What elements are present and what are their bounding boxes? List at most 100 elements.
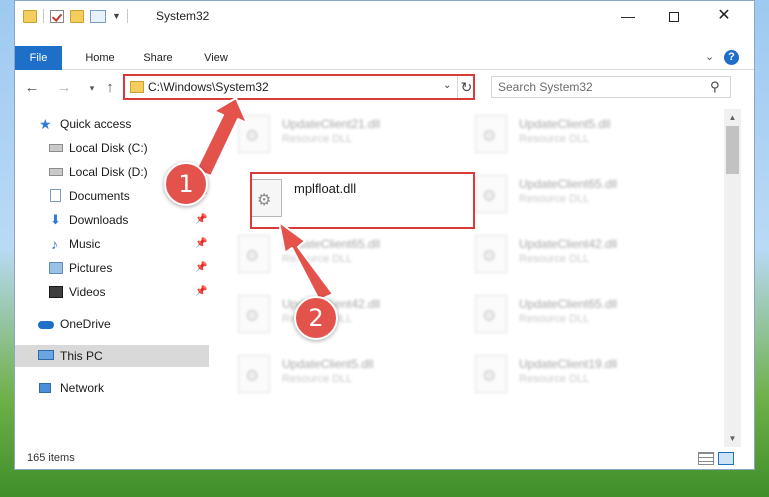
address-bar[interactable]: C:\Windows\System32 ⌄ ↻ (123, 74, 475, 100)
sidebar-item-label: This PC (60, 349, 103, 363)
file-list: UpdateClient21.dll Resource DLL UpdateCl… (230, 109, 724, 439)
sidebar-item-pictures[interactable]: Pictures 📌 (15, 257, 209, 279)
refresh-icon[interactable]: ↻ (457, 76, 475, 98)
folder-icon (130, 81, 144, 93)
pin-icon[interactable]: 📌 (195, 281, 207, 303)
sidebar-item-label: Pictures (69, 261, 113, 275)
toolbar-divider (126, 9, 128, 23)
pin-icon[interactable]: 📌 (195, 209, 207, 231)
file-item[interactable]: UpdateClient21.dll Resource DLL (230, 111, 440, 157)
tab-file[interactable]: File (15, 46, 62, 70)
sidebar-item-videos[interactable]: Videos 📌 (15, 281, 209, 303)
tab-home[interactable]: Home (77, 46, 123, 70)
file-name: UpdateClient65.dll (282, 237, 381, 251)
scroll-up-icon[interactable]: ▲ (724, 109, 741, 126)
music-icon: ♪ (51, 236, 58, 252)
help-icon[interactable]: ? (724, 50, 739, 65)
file-item[interactable]: UpdateClient19.dll Resource DLL (467, 351, 677, 397)
tab-view[interactable]: View (193, 46, 239, 70)
sidebar-item-label: Music (69, 237, 101, 251)
address-path[interactable]: C:\Windows\System32 (148, 80, 269, 94)
sidebar-item-label: Documents (69, 189, 130, 203)
sidebar-item-label: Downloads (69, 213, 129, 227)
maximize-icon (669, 12, 679, 23)
customize-toolbar-icon[interactable]: ▼ (112, 11, 121, 21)
cloud-icon (38, 321, 54, 329)
step-badge-2: 2 (294, 296, 338, 340)
chevron-down-icon[interactable]: ⌄ (443, 80, 451, 91)
status-bar: 165 items (15, 447, 754, 469)
title-bar: ▼ System32 — ✕ (15, 1, 754, 31)
computer-icon (38, 350, 54, 360)
file-type: Resource DLL (519, 193, 590, 205)
file-item[interactable]: UpdateClient5.dll Resource DLL (467, 111, 677, 157)
search-placeholder: Search System32 (498, 80, 593, 94)
file-name: UpdateClient65.dll (519, 297, 618, 311)
file-name: UpdateClient5.dll (282, 357, 374, 371)
scroll-down-icon[interactable]: ▼ (724, 430, 741, 447)
details-view-icon[interactable] (698, 452, 714, 465)
file-item[interactable]: UpdateClient65.dll Resource DLL (467, 291, 677, 337)
dll-file-icon (475, 235, 507, 273)
disk-icon (49, 144, 63, 152)
file-name: UpdateClient65.dll (519, 177, 618, 191)
file-item[interactable]: UpdateClient5.dll Resource DLL (230, 351, 440, 397)
file-type: Resource DLL (519, 253, 590, 265)
maximize-button[interactable] (651, 1, 697, 31)
pictures-icon (49, 262, 63, 274)
sidebar-item-label: Quick access (60, 117, 132, 131)
pin-icon[interactable]: 📌 (195, 233, 207, 255)
file-type: Resource DLL (282, 373, 353, 385)
file-name: UpdateClient21.dll (282, 117, 381, 131)
chevron-down-icon[interactable]: ⌄ (705, 50, 714, 63)
forward-arrow-icon[interactable]: → (55, 79, 73, 97)
tab-share[interactable]: Share (135, 46, 181, 70)
highlight-box (250, 172, 475, 229)
large-icons-view-icon[interactable] (718, 452, 734, 465)
recent-locations-icon[interactable]: ▾ (83, 79, 101, 97)
dll-file-icon (238, 115, 270, 153)
view-properties-icon[interactable] (90, 9, 106, 23)
sidebar-item-label: Videos (69, 285, 106, 299)
scroll-thumb[interactable] (726, 126, 739, 174)
close-icon: ✕ (717, 7, 731, 24)
close-button[interactable]: ✕ (701, 1, 747, 31)
up-arrow-icon[interactable]: ↑ (101, 79, 119, 97)
vertical-scrollbar[interactable]: ▲ ▼ (724, 109, 741, 447)
dll-file-icon (475, 175, 507, 213)
back-arrow-icon[interactable]: ← (23, 79, 41, 97)
step-badge-1: 1 (164, 162, 208, 206)
sidebar-item-downloads[interactable]: ⬇ Downloads 📌 (15, 209, 209, 231)
star-icon: ★ (39, 116, 52, 132)
folder-icon (23, 9, 37, 23)
pin-icon[interactable]: 📌 (195, 257, 207, 279)
ribbon-tabs: File Home Share View ⌄ ? (15, 46, 754, 70)
disk-icon (49, 168, 63, 176)
sidebar-item-onedrive[interactable]: OneDrive (15, 313, 209, 335)
sidebar-item-local-disk-c[interactable]: Local Disk (C:) (15, 137, 209, 159)
file-item[interactable]: UpdateClient42.dll Resource DLL (467, 231, 677, 277)
file-name: UpdateClient42.dll (519, 237, 618, 251)
sidebar-item-quick-access[interactable]: ★ Quick access (15, 113, 209, 135)
search-icon[interactable]: ⚲ (710, 79, 720, 95)
minimize-button[interactable]: — (605, 1, 651, 31)
file-item[interactable]: UpdateClient65.dll Resource DLL (230, 231, 440, 277)
dll-file-icon (475, 115, 507, 153)
dll-file-icon (238, 235, 270, 273)
dll-file-icon (475, 355, 507, 393)
documents-icon (50, 189, 61, 202)
new-folder-icon[interactable] (70, 9, 84, 23)
file-type: Resource DLL (282, 133, 353, 145)
file-item[interactable]: UpdateClient65.dll Resource DLL (467, 171, 677, 217)
sidebar-item-this-pc[interactable]: This PC (15, 345, 209, 367)
search-input[interactable]: Search System32 ⚲ (491, 76, 731, 98)
sidebar-item-label: Local Disk (C:) (69, 141, 148, 155)
file-name: UpdateClient5.dll (519, 117, 611, 131)
file-type: Resource DLL (519, 373, 590, 385)
network-icon (39, 383, 51, 393)
sidebar-item-network[interactable]: Network (15, 377, 209, 399)
sidebar-item-label: OneDrive (60, 317, 111, 331)
properties-check-icon[interactable] (50, 9, 64, 23)
sidebar-item-music[interactable]: ♪ Music 📌 (15, 233, 209, 255)
dll-file-icon (238, 355, 270, 393)
